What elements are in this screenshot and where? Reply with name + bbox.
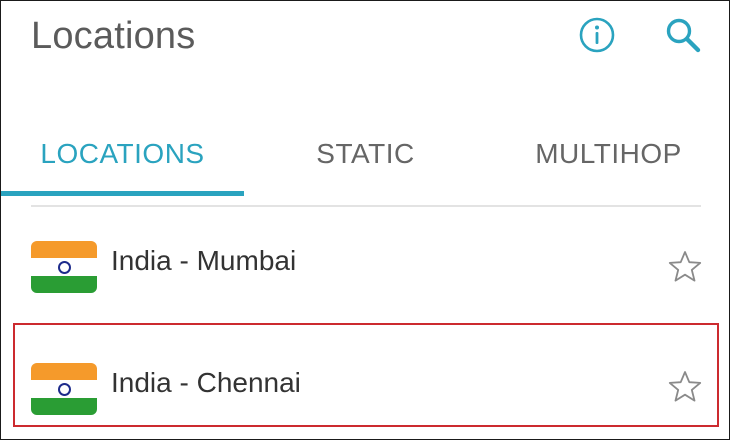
tab-bar: LOCATIONS STATIC MULTIHOP <box>1 111 729 197</box>
india-flag-icon <box>31 241 97 293</box>
app-window: Locations LOCATIONS STATIC MULTIHOP Indi… <box>0 0 730 440</box>
app-header: Locations <box>1 1 729 81</box>
magnifier-icon <box>666 18 701 53</box>
search-icon[interactable] <box>663 15 703 55</box>
tab-locations[interactable]: LOCATIONS <box>1 111 244 197</box>
india-flag-icon <box>31 363 97 415</box>
location-row-india-chennai[interactable]: India - Chennai <box>13 323 719 427</box>
favorite-star-icon[interactable] <box>667 249 703 285</box>
tab-static[interactable]: STATIC <box>244 111 487 197</box>
active-tab-indicator <box>1 191 244 196</box>
page-title: Locations <box>31 15 196 57</box>
location-name: India - Chennai <box>111 367 301 398</box>
info-icon[interactable] <box>577 15 617 55</box>
tab-multihop[interactable]: MULTIHOP <box>487 111 729 197</box>
divider <box>31 205 701 207</box>
location-row-india-mumbai[interactable]: India - Mumbai <box>13 215 719 319</box>
info-circle-icon <box>579 17 615 53</box>
location-name: India - Mumbai <box>111 245 297 276</box>
favorite-star-icon[interactable] <box>667 369 703 405</box>
